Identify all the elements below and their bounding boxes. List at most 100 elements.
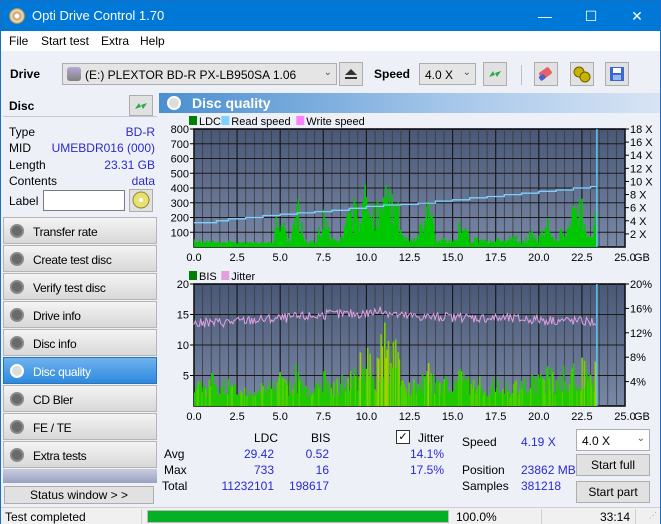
test-speed-select[interactable]: 4.0 X ⌄ bbox=[576, 429, 650, 451]
refresh-button[interactable] bbox=[483, 62, 507, 86]
eject-button[interactable] bbox=[339, 62, 363, 86]
y2-tick-label: 16 X bbox=[630, 137, 653, 149]
legend-swatch bbox=[221, 271, 230, 280]
nav-cd-bler[interactable]: CD Bler bbox=[3, 385, 157, 412]
status-bar: Test completed 100.0% 33:14 ⋰ bbox=[1, 507, 660, 524]
disc-panel-title: Disc bbox=[9, 99, 35, 113]
bis-chart: BIS Jitter 5 10 15 20 4% 8% 12% 16% 20% 0.0 2.5 5.0 7.… bbox=[177, 271, 652, 423]
start-full-button[interactable]: Start full bbox=[576, 454, 650, 476]
progress-label: 100.0% bbox=[456, 510, 497, 524]
disc-quality-panel: Disc quality LDC Read speed Write speed 100… bbox=[159, 93, 660, 507]
nav-fe-te[interactable]: FE / TE bbox=[3, 413, 157, 440]
progress-bar bbox=[147, 510, 449, 523]
y-tick-label: 15 bbox=[177, 310, 189, 322]
y2-tick-label: 4% bbox=[630, 377, 646, 389]
menu-start-test[interactable]: Start test bbox=[41, 34, 89, 48]
y-tick-label: 20 bbox=[177, 279, 189, 291]
extra-tests-icon bbox=[10, 448, 24, 462]
legend-label: Jitter bbox=[231, 271, 255, 283]
panel-title: Disc quality bbox=[192, 95, 271, 111]
disc-type-value: BD-R bbox=[125, 125, 155, 139]
nav-extra-tests[interactable]: Extra tests bbox=[3, 441, 157, 468]
window-title: Opti Drive Control 1.70 bbox=[32, 8, 165, 23]
jitter-label: Jitter bbox=[418, 431, 445, 445]
x-tick-label: 0.0 bbox=[186, 252, 201, 264]
disc-length-row: Length 23.31 GB bbox=[9, 158, 155, 174]
settings-button[interactable] bbox=[570, 62, 594, 86]
disc-quality-icon bbox=[167, 96, 181, 110]
x-tick-label: 12.5 bbox=[399, 411, 420, 423]
nav-disc-info[interactable]: Disc info bbox=[3, 329, 157, 356]
x-tick-label: 20.0 bbox=[528, 411, 549, 423]
legend-label: LDC bbox=[199, 116, 221, 128]
speed-select[interactable]: 4.0 X ⌄ bbox=[419, 63, 476, 85]
nav-label: CD Bler bbox=[33, 393, 73, 407]
status-separator bbox=[635, 509, 636, 524]
minimize-button[interactable]: — bbox=[522, 1, 568, 31]
nav-label: Transfer rate bbox=[33, 225, 98, 239]
disc-label-button[interactable] bbox=[129, 189, 153, 212]
status-window-button[interactable]: Status window > > bbox=[4, 486, 154, 504]
transfer-rate-icon bbox=[10, 224, 24, 238]
disc-contents-row: Contents data bbox=[9, 174, 155, 190]
y2-tick-label: 2 X bbox=[630, 229, 647, 241]
stats-max-bis: 16 bbox=[315, 463, 329, 477]
verify-disc-icon bbox=[10, 280, 24, 294]
nav-label: FE / TE bbox=[33, 421, 72, 435]
menu-file[interactable]: File bbox=[9, 34, 28, 48]
y2-tick-label: 20% bbox=[630, 279, 652, 291]
sidebar: Disc Type BD-R MID UMEBDR016 (000) Length 2… bbox=[1, 93, 159, 507]
erase-button[interactable] bbox=[534, 62, 558, 86]
y2-tick-label: 10 X bbox=[630, 176, 653, 188]
save-button[interactable] bbox=[605, 62, 629, 86]
x-tick-label: 22.5 bbox=[571, 252, 592, 264]
status-text: Test completed bbox=[5, 510, 86, 524]
refresh-arrows-icon bbox=[135, 103, 147, 109]
x-tick-label: 15.0 bbox=[442, 252, 463, 264]
elapsed-time: 33:14 bbox=[599, 510, 630, 524]
start-part-button[interactable]: Start part bbox=[576, 481, 650, 503]
floppy-save-icon bbox=[610, 67, 624, 81]
resize-grip-icon[interactable]: ⋰ bbox=[649, 511, 657, 520]
disc-refresh-button[interactable] bbox=[129, 95, 153, 116]
title-bar: Opti Drive Control 1.70 — ☐ ✕ bbox=[1, 1, 660, 31]
nav-create-test-disc[interactable]: Create test disc bbox=[3, 245, 157, 272]
eraser-icon bbox=[538, 67, 552, 81]
x-tick-label: 10.0 bbox=[356, 411, 377, 423]
legend-swatch bbox=[221, 116, 230, 125]
disc-info-icon bbox=[10, 336, 24, 350]
disc-label-input[interactable] bbox=[43, 190, 125, 211]
create-disc-icon bbox=[10, 252, 24, 266]
y-tick-label: 300 bbox=[171, 198, 189, 210]
nav-verify-test-disc[interactable]: Verify test disc bbox=[3, 273, 157, 300]
x-tick-label: 20.0 bbox=[528, 252, 549, 264]
x-tick-label: 7.5 bbox=[316, 252, 331, 264]
menu-extra[interactable]: Extra bbox=[101, 34, 129, 48]
x-tick-label: 22.5 bbox=[571, 411, 592, 423]
menu-help[interactable]: Help bbox=[140, 34, 165, 48]
nav-filler bbox=[3, 469, 157, 483]
nav-transfer-rate[interactable]: Transfer rate bbox=[3, 217, 157, 244]
y-tick-label: 400 bbox=[171, 183, 189, 195]
x-unit-label: GB bbox=[634, 252, 650, 264]
y2-tick-label: 14 X bbox=[630, 150, 653, 162]
nav-drive-info[interactable]: Drive info bbox=[3, 301, 157, 328]
jitter-checkbox[interactable]: ✓ bbox=[396, 430, 410, 444]
nav-disc-quality[interactable]: Disc quality bbox=[3, 357, 157, 384]
x-tick-label: 10.0 bbox=[356, 252, 377, 264]
maximize-button[interactable]: ☐ bbox=[568, 1, 614, 31]
y-tick-label: 10 bbox=[177, 340, 189, 352]
legend-label: Write speed bbox=[306, 116, 365, 128]
close-button[interactable]: ✕ bbox=[614, 1, 660, 31]
disc-type-row: Type BD-R bbox=[9, 125, 155, 141]
stats-total-bis: 198617 bbox=[288, 479, 329, 493]
eject-icon bbox=[345, 69, 357, 79]
x-tick-label: 2.5 bbox=[229, 411, 244, 423]
status-separator bbox=[541, 509, 542, 524]
x-unit-label: GB bbox=[634, 411, 650, 423]
drive-select[interactable]: (E:) PLEXTOR BD-R PX-LB950SA 1.06 ⌄ bbox=[62, 63, 337, 85]
stats-total-ldc: 11232101 bbox=[221, 479, 275, 493]
disc-label-key: Label bbox=[9, 194, 39, 208]
speed-stat-value: 4.19 X bbox=[521, 435, 556, 449]
x-tick-label: 2.5 bbox=[229, 252, 244, 264]
